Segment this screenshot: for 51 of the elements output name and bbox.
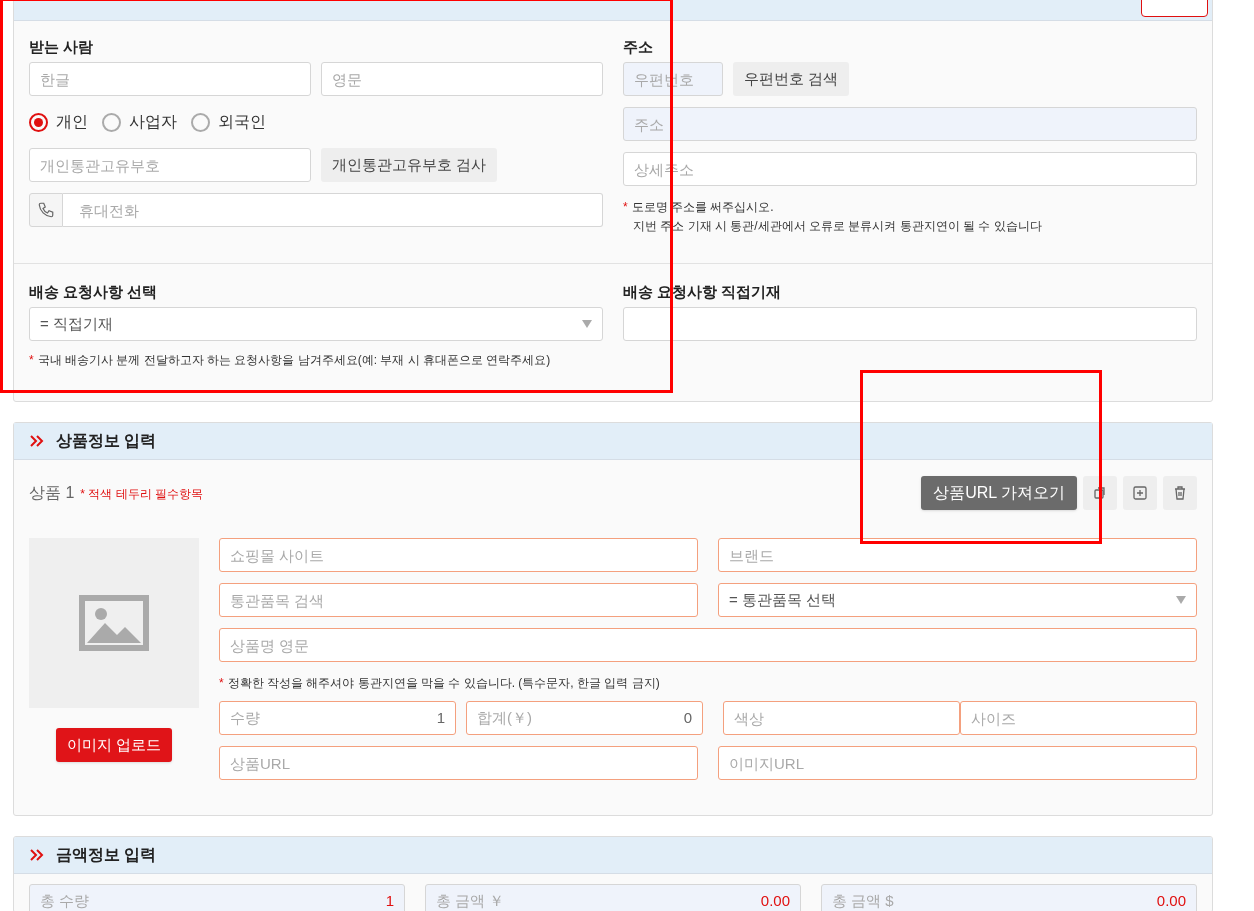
note-text: 정확한 작성을 해주셔야 통관지연을 막을 수 있습니다. (특수문자, 한글 입력 금지) [227,675,660,692]
input-field[interactable]: 개인통관고유부호 [29,148,311,182]
section-title: 금액정보 입력 [56,845,157,865]
input-field[interactable]: 합계(￥) 0 [466,701,703,735]
input-field[interactable]: 이미지URL [718,746,1197,780]
trash-icon [1172,485,1188,501]
copy-icon [1092,485,1108,501]
search-button[interactable]: 개인통관고유부호 검사 [321,148,498,182]
radio-button[interactable] [191,112,210,132]
phone-icon [29,193,63,227]
input-field[interactable] [623,307,1197,341]
field-label: 배송 요청사항 선택 [29,282,159,302]
input-field[interactable]: 상품URL [219,746,698,780]
required-mark: * [623,199,628,216]
caret-icon [582,320,592,328]
required-mark: * [219,675,224,692]
input-field[interactable]: 상품명 영문 [219,628,1197,662]
input-field[interactable]: 영문 [321,62,603,96]
chevrons-icon [30,435,44,447]
search-button[interactable]: 우편번호 검색 [733,62,850,96]
phone-field[interactable]: 휴대전화 [63,193,603,227]
radio-button[interactable] [29,112,48,132]
fetch-url-button[interactable]: 상품URL 가져오기 [921,476,1077,510]
add-icon [1132,485,1148,501]
radio-option[interactable]: 외국인 [191,110,266,134]
field-label: 받는 사람 [29,37,95,57]
field-label: 주소 [623,37,654,57]
required-mark: * [29,352,34,369]
trash-button[interactable] [1163,476,1197,510]
select-field[interactable]: = 통관품목 선택 [718,583,1197,617]
select-field[interactable]: = 직접기재 [29,307,603,341]
radio-option[interactable]: 사업자 [102,110,177,134]
radio-button[interactable] [102,112,121,132]
radio-option[interactable]: 개인 [29,110,88,134]
input-field[interactable]: 쇼핑몰 사이트 [219,538,698,572]
input-field[interactable]: 사이즈 [960,701,1197,735]
caret-icon [1176,596,1186,604]
input-field[interactable]: 수량 1 [219,701,456,735]
note-text: 도로명 주소를 써주십시오. [631,199,774,216]
image-icon [79,595,149,651]
upload-button[interactable]: 이미지 업로드 [55,728,173,762]
add-button[interactable] [1123,476,1157,510]
product-label: 상품 1 [29,483,75,503]
note-text: * 적색 테두리 필수항목 [80,486,203,503]
input-field[interactable]: 브랜드 [718,538,1197,572]
input-field[interactable]: 통관품목 검색 [219,583,698,617]
chevrons-icon [30,849,44,861]
input-field[interactable]: 한글 [29,62,311,96]
note-text: 국내 배송기사 분께 전달하고자 하는 요청사항을 남겨주세요(예: 부재 시 휴대폰으로 연락주세요) [37,352,551,369]
input-field[interactable]: 색상 [723,701,960,735]
section-title: 상품정보 입력 [56,431,157,451]
